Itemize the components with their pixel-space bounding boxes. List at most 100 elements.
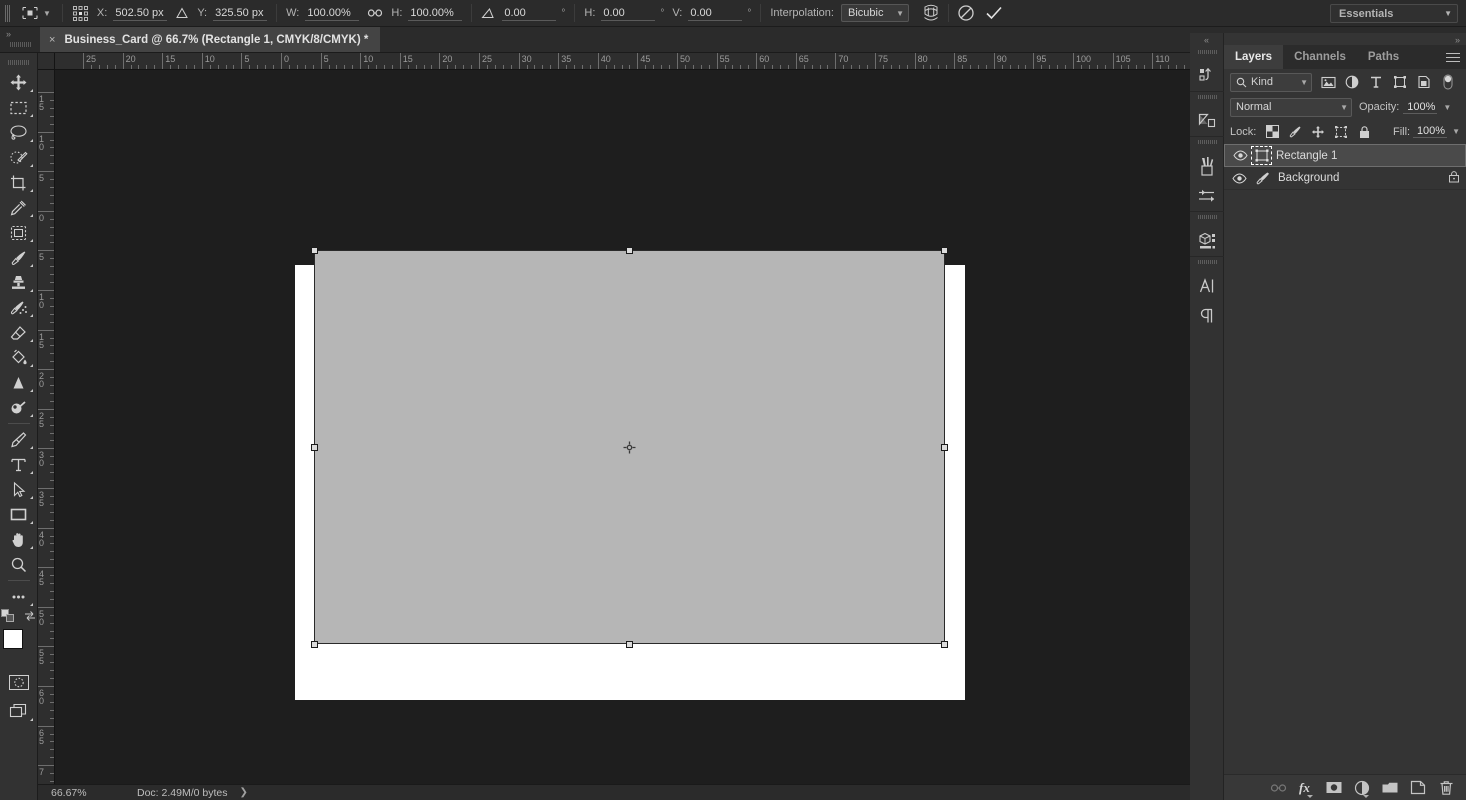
y-input[interactable]: 325.50 px [213, 6, 268, 21]
toolbar-grip[interactable] [7, 56, 30, 68]
active-tool-preset-picker[interactable]: ▼ [14, 0, 57, 27]
tool-crop[interactable] [2, 170, 36, 195]
3d-panel-button[interactable] [1190, 226, 1224, 256]
maintain-aspect-ratio-toggle[interactable] [363, 6, 387, 20]
opacity-chevron-down-icon[interactable]: ▼ [1443, 103, 1451, 112]
opacity-input[interactable]: 100% [1403, 101, 1438, 114]
swap-colors-button[interactable] [23, 609, 37, 626]
rotation-input[interactable]: 0.00 [502, 6, 557, 21]
tool-frame[interactable] [2, 220, 36, 245]
transform-reference-point[interactable] [623, 441, 636, 454]
reference-point-selector[interactable] [68, 5, 93, 22]
collapse-panels-button[interactable]: « [1190, 33, 1224, 47]
dock-group-grip[interactable] [1196, 140, 1217, 150]
lock-artboard-nesting-button[interactable] [1331, 122, 1351, 142]
transform-handle-top-center[interactable] [626, 247, 633, 254]
tool-path-selection[interactable] [2, 477, 36, 502]
transform-handle-bottom-center[interactable] [626, 641, 633, 648]
tool-hand[interactable] [2, 527, 36, 552]
cancel-transform-button[interactable] [954, 1, 978, 25]
tool-pen[interactable] [2, 427, 36, 452]
adjustments-panel-button[interactable] [1190, 106, 1224, 136]
layer-filter-kind-select[interactable]: Kind ▼ [1230, 72, 1312, 92]
dock-group-grip[interactable] [1196, 95, 1217, 105]
zoom-level-input[interactable]: 66.67% [51, 787, 131, 799]
dock-group-grip[interactable] [1196, 215, 1217, 225]
fill-input[interactable]: 100% [1413, 125, 1448, 138]
tool-blur[interactable] [2, 370, 36, 395]
link-layers-button[interactable] [1264, 775, 1292, 800]
layer-row-background[interactable]: Background [1224, 167, 1466, 190]
filter-adjustment-layers-button[interactable] [1340, 71, 1364, 93]
vertical-ruler[interactable]: 15 10 5 0 5 10 15 20 25 30 35 40 45 50 55 60 65 7 [38, 70, 55, 784]
tool-dodge[interactable] [2, 395, 36, 420]
filter-pixel-layers-button[interactable] [1316, 71, 1340, 93]
tool-brush[interactable] [2, 245, 36, 270]
close-icon[interactable]: × [49, 34, 55, 46]
new-group-button[interactable] [1376, 775, 1404, 800]
quick-mask-mode-button[interactable] [2, 670, 36, 695]
layer-styles-button[interactable]: fx [1292, 775, 1320, 800]
tab-layers[interactable]: Layers [1224, 45, 1284, 69]
new-layer-button[interactable] [1404, 775, 1432, 800]
ruler-origin-corner[interactable] [38, 53, 55, 70]
tool-rectangular-marquee[interactable] [2, 95, 36, 120]
h-input[interactable]: 100.00% [408, 6, 463, 21]
dock-group-grip[interactable] [1196, 50, 1217, 60]
transform-handle-bottom-right[interactable] [941, 641, 948, 648]
new-adjustment-layer-button[interactable] [1348, 775, 1376, 800]
character-panel-button[interactable] [1190, 271, 1224, 301]
lock-transparent-pixels-button[interactable] [1262, 122, 1282, 142]
fill-chevron-down-icon[interactable]: ▼ [1452, 127, 1460, 136]
tool-eraser[interactable] [2, 320, 36, 345]
brush-settings-panel-button[interactable] [1190, 181, 1224, 211]
libraries-panel-button[interactable] [1190, 61, 1224, 91]
layer-visibility-toggle-rectangle-1[interactable] [1229, 150, 1251, 161]
tool-rectangle-shape[interactable] [2, 502, 36, 527]
filter-enable-toggle[interactable] [1436, 71, 1460, 93]
commit-transform-button[interactable] [982, 1, 1006, 25]
horizontal-ruler[interactable]: 25 20 15 10 5 0 5 10 15 20 25 30 35 40 45 50 55 60 65 70 75 8… [55, 53, 1190, 70]
tool-history-brush[interactable] [2, 295, 36, 320]
tab-channels[interactable]: Channels [1283, 45, 1357, 69]
layer-row-rectangle-1[interactable]: Rectangle 1 [1224, 144, 1466, 167]
filter-shape-layers-button[interactable] [1388, 71, 1412, 93]
tool-edit-toolbar[interactable] [2, 584, 36, 609]
lock-position-button[interactable] [1308, 122, 1328, 142]
layers-list-empty-area[interactable] [1224, 190, 1466, 774]
tab-bar-grip[interactable]: double-chevron-right-icon » [0, 26, 40, 52]
transform-handle-top-left[interactable] [311, 247, 318, 254]
layer-thumbnail-background[interactable] [1250, 168, 1274, 188]
x-input[interactable]: 502.50 px [113, 6, 168, 21]
layer-thumbnail-rectangle-1[interactable] [1251, 146, 1272, 165]
brushes-panel-button[interactable] [1190, 151, 1224, 181]
lock-image-pixels-button[interactable] [1285, 122, 1305, 142]
tool-gradient[interactable] [2, 345, 36, 370]
tool-type[interactable] [2, 452, 36, 477]
transform-handle-middle-left[interactable] [311, 444, 318, 451]
options-bar-grip[interactable] [0, 0, 14, 27]
color-swatches[interactable] [2, 628, 36, 662]
chevron-right-icon[interactable]: ❯ [239, 787, 247, 798]
workspace-selector[interactable]: Essentials ▼ [1330, 4, 1458, 23]
transform-handle-middle-right[interactable] [941, 444, 948, 451]
tool-quick-selection[interactable] [2, 145, 36, 170]
foreground-color-swatch[interactable] [2, 629, 23, 649]
tool-clone-stamp[interactable] [2, 270, 36, 295]
relative-positioning-toggle[interactable] [171, 6, 193, 20]
filter-type-layers-button[interactable] [1364, 71, 1388, 93]
dock-group-grip[interactable] [1196, 260, 1217, 270]
panel-menu-button[interactable] [1446, 50, 1460, 64]
delete-layer-button[interactable] [1432, 775, 1460, 800]
transform-handle-bottom-left[interactable] [311, 641, 318, 648]
filter-smart-objects-button[interactable] [1412, 71, 1436, 93]
warp-mode-button[interactable] [919, 1, 943, 25]
tab-paths[interactable]: Paths [1357, 45, 1410, 69]
blend-mode-select[interactable]: Normal ▼ [1230, 97, 1352, 117]
interpolation-select[interactable]: Bicubic ▼ [840, 4, 909, 22]
default-foreground-background-button[interactable] [0, 608, 15, 626]
w-input[interactable]: 100.00% [305, 6, 360, 21]
skew-v-input[interactable]: 0.00 [688, 6, 743, 21]
tool-eyedropper[interactable] [2, 195, 36, 220]
document-tab[interactable]: × Business_Card @ 66.7% (Rectangle 1, CM… [40, 27, 381, 52]
